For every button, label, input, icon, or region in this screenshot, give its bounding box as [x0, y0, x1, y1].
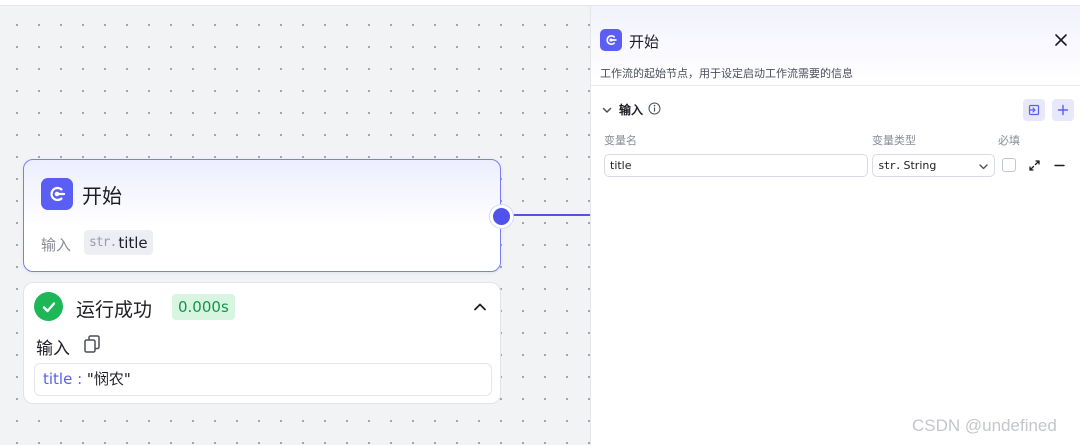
variable-name-input[interactable]: [604, 154, 868, 177]
check-circle-icon: [34, 292, 63, 321]
node-config-panel: 开始 工作流的起始节点，用于设定启动工作流需要的信息 输入 变量名 变量类型 必…: [590, 6, 1080, 445]
run-status: 运行成功: [76, 299, 153, 321]
chevron-down-icon[interactable]: [601, 104, 613, 116]
start-node-icon: [41, 178, 73, 210]
column-header-type: 变量类型: [872, 134, 916, 147]
input-section-title[interactable]: 输入: [619, 101, 643, 118]
panel-title: 开始: [629, 33, 660, 51]
minus-icon[interactable]: [1053, 159, 1066, 172]
connection-edge[interactable]: [512, 214, 590, 216]
type-prefix: str.: [878, 159, 901, 172]
result-value: "悯农": [86, 370, 131, 388]
output-port[interactable]: [490, 205, 513, 228]
expand-icon[interactable]: [1028, 159, 1041, 172]
start-node-icon: [600, 29, 622, 51]
chevron-up-icon: [474, 303, 486, 311]
info-icon[interactable]: [648, 102, 661, 115]
duration-badge: 0.000s: [172, 294, 235, 320]
column-header-name: 变量名: [604, 134, 637, 147]
start-node[interactable]: 开始 输入 str. title: [23, 159, 501, 272]
input-variable-chip: str. title: [84, 230, 153, 255]
close-icon: [1055, 34, 1067, 46]
watermark: CSDN @undefined: [912, 416, 1057, 435]
run-result-panel: 运行成功 0.000s 输入 title : "悯农": [23, 282, 501, 404]
close-button[interactable]: [1051, 30, 1071, 50]
result-key: title :: [43, 370, 87, 388]
import-button[interactable]: [1023, 99, 1045, 121]
import-icon: [1028, 104, 1040, 116]
add-variable-button[interactable]: [1052, 99, 1074, 121]
chip-name: title: [118, 233, 148, 252]
result-input-label: 输入: [36, 339, 70, 359]
chevron-down-icon: [979, 164, 988, 170]
column-header-required: 必填: [998, 134, 1020, 147]
start-node-input-label: 输入: [41, 236, 72, 254]
variable-type-select[interactable]: str. String: [872, 154, 995, 177]
copy-icon[interactable]: [82, 334, 102, 354]
plus-icon: [1057, 104, 1069, 116]
result-input-value: title : "悯农": [34, 363, 492, 396]
type-label: String: [903, 159, 937, 172]
collapse-button[interactable]: [468, 295, 492, 319]
panel-description: 工作流的起始节点，用于设定启动工作流需要的信息: [600, 67, 853, 80]
required-checkbox[interactable]: [1002, 158, 1016, 172]
chip-type: str.: [89, 235, 117, 250]
start-node-title: 开始: [82, 184, 122, 208]
